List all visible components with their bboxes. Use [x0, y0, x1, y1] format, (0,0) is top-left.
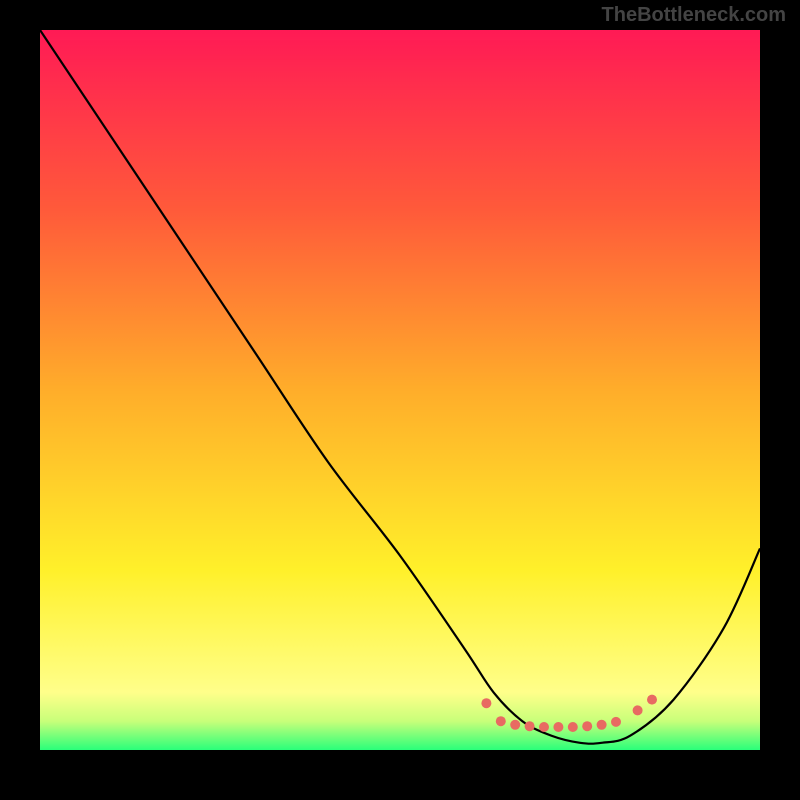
optimal-dot — [582, 721, 592, 731]
optimal-dot — [647, 695, 657, 705]
optimal-dot — [481, 698, 491, 708]
chart-area — [40, 30, 760, 750]
optimal-dot — [597, 720, 607, 730]
optimal-dot — [539, 722, 549, 732]
watermark-text: TheBottleneck.com — [602, 4, 786, 27]
optimal-dot — [611, 717, 621, 727]
optimal-dot — [525, 721, 535, 731]
optimal-dot — [568, 722, 578, 732]
optimal-dot — [553, 722, 563, 732]
optimal-dot — [510, 720, 520, 730]
chart-svg — [40, 30, 760, 750]
chart-bg-gradient — [40, 30, 760, 750]
optimal-dot — [496, 716, 506, 726]
optimal-dot — [633, 705, 643, 715]
